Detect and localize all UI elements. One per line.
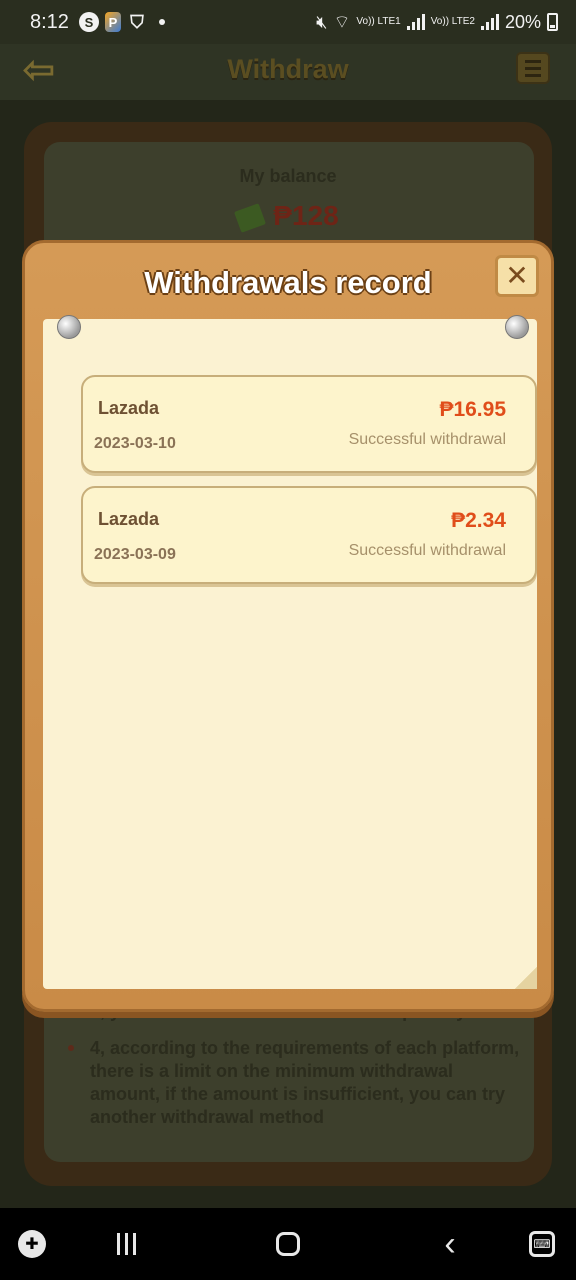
lte2-label: Vo)) LTE2	[430, 16, 475, 27]
keyboard-button[interactable]: ⌨	[524, 1226, 560, 1262]
withdrawals-record-dialog: Withdrawals record ✕ Lazada 2023-03-10 ₱…	[22, 240, 554, 1012]
chevron-left-icon: ‹	[444, 1224, 456, 1263]
money-icon	[234, 202, 267, 233]
gamepad-icon: ✚	[18, 1230, 46, 1258]
rule-item: 4, according to the requirements of each…	[64, 1037, 524, 1129]
back-nav-button[interactable]: ‹	[436, 1224, 464, 1263]
close-icon: ✕	[505, 260, 529, 291]
status-time: 8:12	[30, 10, 69, 33]
record-amount: ₱2.34	[451, 509, 506, 532]
system-nav-bar: ✚ ‹ ⌨	[0, 1208, 576, 1280]
balance-amount-row: ₱128	[0, 200, 576, 233]
record-platform: Lazada	[98, 398, 160, 418]
app-header: ⇦ Withdraw	[0, 44, 576, 100]
record-amount: ₱16.95	[439, 398, 506, 421]
home-icon	[276, 1232, 300, 1256]
balance-label: My balance	[239, 166, 337, 186]
home-button[interactable]	[272, 1226, 304, 1262]
signal-icon	[406, 14, 425, 30]
record-card: Lazada 2023-03-10 ₱16.95 Successful with…	[81, 375, 537, 473]
battery-percent: 20%	[504, 11, 541, 32]
pin-icon	[505, 315, 529, 339]
page-title: Withdraw	[227, 54, 349, 84]
record-status: Successful withdrawal	[348, 542, 506, 559]
game-tools-button[interactable]: ✚	[16, 1226, 48, 1262]
more-notifications-icon	[158, 19, 165, 25]
lte1-label: Vo)) LTE1	[356, 16, 401, 27]
records-menu-button[interactable]	[516, 52, 550, 84]
record-date: 2023-03-09	[94, 546, 176, 563]
notification-app-icon: S	[78, 12, 99, 32]
balance-amount: ₱128	[273, 200, 339, 231]
close-button[interactable]: ✕	[495, 255, 539, 297]
shield-icon: ⛉	[130, 11, 144, 32]
pin-icon	[57, 315, 81, 339]
wifi-icon: ⌔	[333, 11, 351, 32]
status-bar: 8:12 S P ⛉ 🔇︎ ⌔ Vo)) LTE1 Vo)) LTE2 20%	[0, 0, 576, 44]
record-status: Successful withdrawal	[348, 431, 506, 448]
battery-icon	[547, 13, 558, 31]
record-card: Lazada 2023-03-09 ₱2.34 Successful withd…	[81, 486, 537, 584]
record-platform: Lazada	[98, 509, 160, 529]
dialog-title: Withdrawals record	[144, 265, 432, 300]
withdraw-rules: 3, you can withdraw at most 1 times per …	[64, 1000, 524, 1143]
mute-icon: 🔇︎	[316, 11, 328, 32]
signal-icon	[480, 14, 499, 30]
records-paper: Lazada 2023-03-10 ₱16.95 Successful with…	[43, 319, 537, 989]
recents-button[interactable]	[110, 1226, 142, 1262]
keyboard-icon: ⌨	[529, 1231, 555, 1257]
notification-app-icon: P	[104, 12, 121, 32]
record-date: 2023-03-10	[94, 435, 176, 452]
